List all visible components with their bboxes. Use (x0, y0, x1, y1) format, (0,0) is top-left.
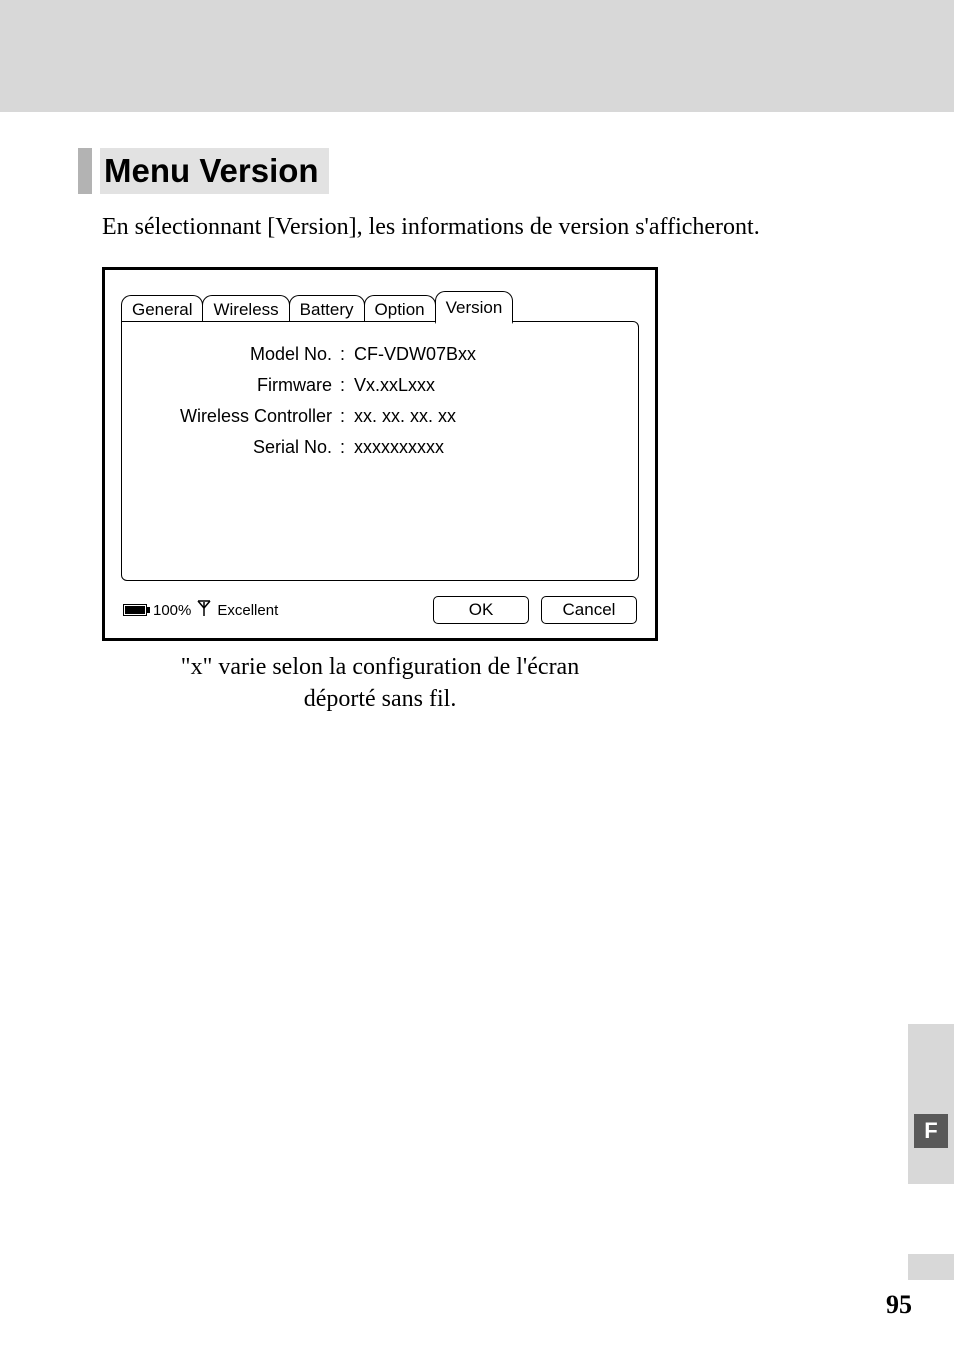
tab-panel-version: Model No. : CF-VDW07Bxx Firmware : Vx.xx… (121, 321, 639, 581)
tab-wireless[interactable]: Wireless (202, 295, 289, 322)
heading-accent-bar (78, 148, 92, 194)
status-indicators: 100% Excellent (123, 600, 421, 620)
intro-paragraph: En sélectionnant [Version], les informat… (102, 214, 894, 241)
side-tab-letter: F (914, 1114, 948, 1148)
value-model-no: CF-VDW07Bxx (354, 344, 620, 365)
value-serial-no: xxxxxxxxxx (354, 437, 620, 458)
battery-icon (123, 604, 147, 616)
value-wireless-controller: xx. xx. xx. xx (354, 406, 620, 427)
section-heading: Menu Version (78, 148, 894, 194)
tab-option[interactable]: Option (364, 295, 436, 322)
label-firmware: Firmware (140, 375, 340, 396)
side-strip (908, 1254, 954, 1280)
ok-button[interactable]: OK (433, 596, 529, 624)
label-model-no: Model No. (140, 344, 340, 365)
caption-line-2: déporté sans fil. (304, 686, 457, 712)
page-number: 95 (886, 1290, 912, 1320)
tab-general[interactable]: General (121, 295, 203, 322)
row-wireless-controller: Wireless Controller : xx. xx. xx. xx (140, 406, 620, 427)
tab-version[interactable]: Version (435, 291, 514, 324)
header-band (0, 0, 954, 112)
version-dialog: General Wireless Battery Option Version … (102, 267, 658, 641)
row-model-no: Model No. : CF-VDW07Bxx (140, 344, 620, 365)
row-firmware: Firmware : Vx.xxLxxx (140, 375, 620, 396)
cancel-button[interactable]: Cancel (541, 596, 637, 624)
tab-strip: General Wireless Battery Option Version (121, 288, 639, 322)
dialog-status-bar: 100% Excellent OK Cancel (117, 596, 643, 624)
row-serial-no: Serial No. : xxxxxxxxxx (140, 437, 620, 458)
page-content: Menu Version En sélectionnant [Version],… (0, 112, 954, 716)
caption-line-1: "x" varie selon la configuration de l'éc… (181, 654, 579, 680)
figure-caption: "x" varie selon la configuration de l'éc… (102, 651, 658, 716)
antenna-icon (197, 600, 211, 620)
colon: : (340, 375, 354, 396)
signal-text: Excellent (217, 602, 278, 619)
heading-text: Menu Version (100, 148, 329, 194)
tab-battery[interactable]: Battery (289, 295, 365, 322)
side-thumb-tab: F (908, 1024, 954, 1184)
value-firmware: Vx.xxLxxx (354, 375, 620, 396)
colon: : (340, 406, 354, 427)
label-wireless-controller: Wireless Controller (140, 406, 340, 427)
colon: : (340, 344, 354, 365)
colon: : (340, 437, 354, 458)
battery-percent: 100% (153, 602, 191, 619)
label-serial-no: Serial No. (140, 437, 340, 458)
